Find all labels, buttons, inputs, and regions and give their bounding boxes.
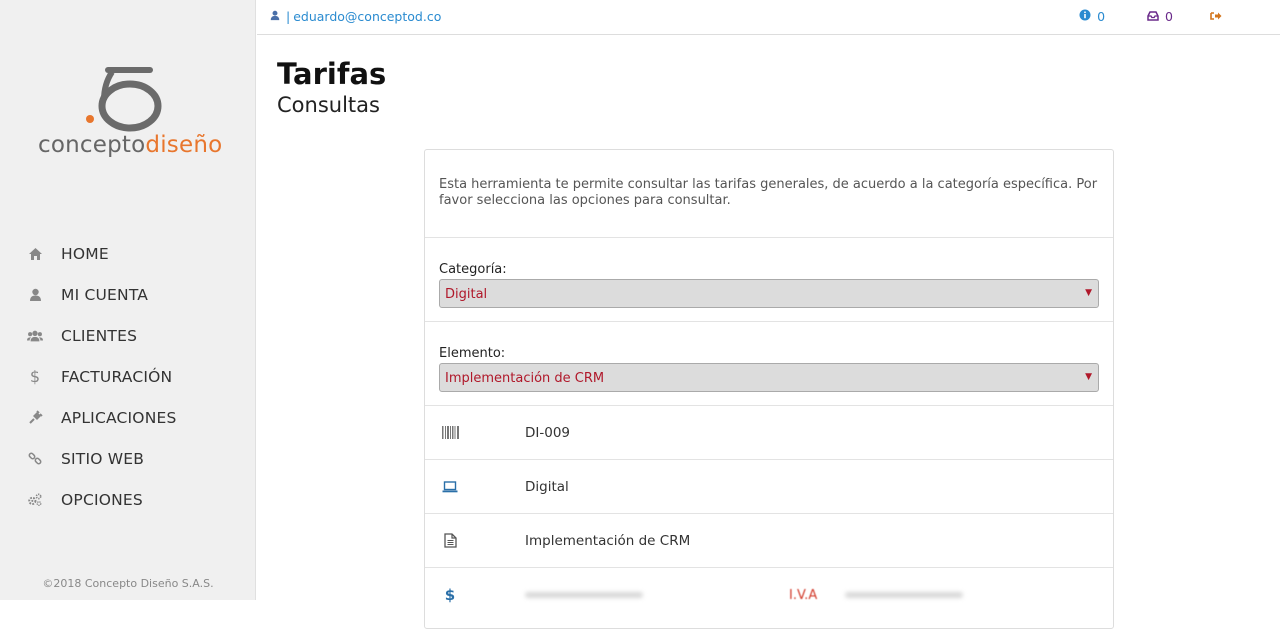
inbox-count: 0 — [1165, 9, 1173, 24]
sidebar-item-mi-cuenta[interactable]: MI CUENTA — [0, 274, 256, 315]
sidebar-item-home[interactable]: HOME — [0, 233, 256, 274]
sidebar-item-label: SITIO WEB — [61, 450, 144, 468]
user-separator: | — [286, 9, 290, 24]
sidebar-item-aplicaciones[interactable]: APLICACIONES — [0, 397, 256, 438]
detail-row-element: Implementación de CRM — [425, 514, 1113, 568]
inbox-button[interactable]: 0 — [1147, 9, 1173, 24]
iva-label: I.V.A — [789, 588, 817, 603]
elemento-select[interactable]: Implementación de CRM ▼ — [439, 363, 1099, 392]
dollar-icon: $ — [441, 586, 459, 604]
detail-code: DI-009 — [525, 425, 570, 441]
page-subtitle: Consultas — [277, 93, 380, 117]
price-value-hidden — [525, 592, 643, 598]
logout-button[interactable] — [1210, 9, 1222, 24]
users-icon — [27, 328, 43, 344]
intro-text: Esta herramienta te permite consultar la… — [425, 150, 1113, 238]
detail-category: Digital — [525, 479, 569, 495]
sidebar-item-clientes[interactable]: CLIENTES — [0, 315, 256, 356]
gears-icon — [27, 492, 43, 508]
page-title: Tarifas — [277, 57, 386, 91]
sidebar-nav: HOME MI CUENTA CLIENTES $ FACTURACIÓN AP… — [0, 233, 256, 520]
link-icon — [27, 451, 43, 467]
home-icon — [27, 246, 43, 262]
elemento-value: Implementación de CRM — [445, 371, 604, 386]
user-email[interactable]: eduardo@conceptod.co — [293, 9, 441, 24]
sidebar-item-sitio-web[interactable]: SITIO WEB — [0, 438, 256, 479]
categoria-value: Digital — [445, 287, 487, 302]
elemento-field: Elemento: Implementación de CRM ▼ — [425, 322, 1113, 406]
inbox-icon — [1147, 9, 1159, 24]
sidebar-item-label: HOME — [61, 245, 109, 263]
document-icon — [441, 532, 459, 550]
info-count: 0 — [1097, 9, 1105, 24]
info-icon — [1079, 9, 1091, 24]
dollar-icon: $ — [27, 369, 43, 385]
tarifas-card: Esta herramienta te permite consultar la… — [424, 149, 1114, 629]
categoria-field: Categoría: Digital ▼ — [425, 238, 1113, 322]
user-account[interactable]: | eduardo@conceptod.co — [270, 9, 441, 24]
detail-row-category: Digital — [425, 460, 1113, 514]
detail-row-price: $ I.V.A — [425, 568, 1113, 622]
logo-mark — [38, 64, 228, 134]
info-button[interactable]: 0 — [1079, 9, 1105, 24]
logout-icon — [1210, 9, 1222, 24]
brand-logo[interactable]: conceptodiseño — [38, 64, 228, 164]
topbar-actions: 0 0 — [1079, 9, 1280, 24]
sidebar-item-facturacion[interactable]: $ FACTURACIÓN — [0, 356, 256, 397]
sidebar-item-label: FACTURACIÓN — [61, 368, 172, 386]
user-icon — [27, 287, 43, 303]
categoria-label: Categoría: — [439, 262, 1099, 277]
sidebar: conceptodiseño HOME MI CUENTA CLIENTES $… — [0, 0, 256, 600]
sidebar-item-label: APLICACIONES — [61, 409, 177, 427]
sidebar-item-label: MI CUENTA — [61, 286, 148, 304]
sidebar-item-label: OPCIONES — [61, 491, 143, 509]
sidebar-item-opciones[interactable]: OPCIONES — [0, 479, 256, 520]
logo-text-a: concepto — [38, 132, 145, 158]
sidebar-item-label: CLIENTES — [61, 327, 137, 345]
user-icon — [270, 9, 280, 24]
barcode-icon — [441, 424, 459, 442]
iva-value-hidden — [845, 592, 963, 598]
topbar: | eduardo@conceptod.co 0 0 — [257, 0, 1280, 35]
dropdown-arrow-icon: ▼ — [1085, 288, 1092, 298]
elemento-label: Elemento: — [439, 346, 1099, 361]
logo-text-b: diseño — [145, 132, 222, 158]
detail-element: Implementación de CRM — [525, 533, 690, 549]
laptop-icon — [441, 478, 459, 496]
dropdown-arrow-icon: ▼ — [1085, 372, 1092, 382]
categoria-select[interactable]: Digital ▼ — [439, 279, 1099, 308]
logo-text: conceptodiseño — [38, 132, 222, 158]
detail-row-code: DI-009 — [425, 406, 1113, 460]
plug-icon — [27, 410, 43, 426]
sidebar-footer: ©2018 Concepto Diseño S.A.S. — [0, 577, 256, 590]
main-content: Tarifas Consultas Esta herramienta te pe… — [257, 35, 1280, 600]
